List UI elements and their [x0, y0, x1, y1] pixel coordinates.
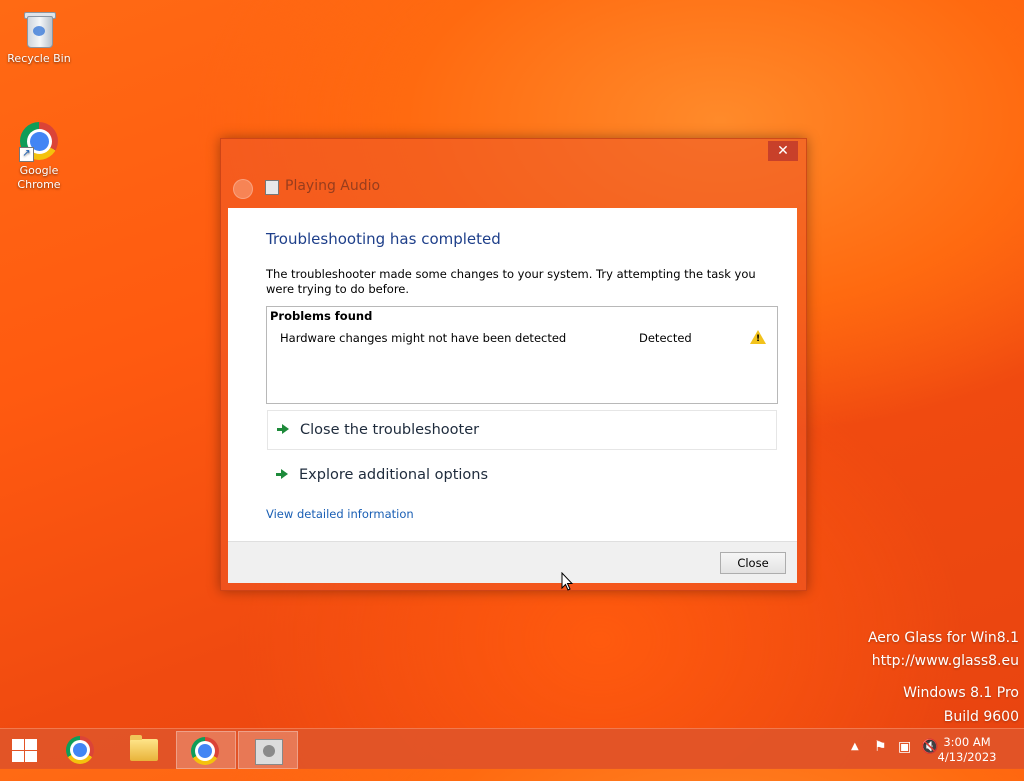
dialog-content: Troubleshooting has completed The troubl… — [228, 208, 797, 541]
troubleshooter-icon — [265, 180, 279, 195]
window-close-button[interactable]: ✕ — [768, 141, 798, 161]
watermark-build: Build 9600 — [943, 709, 1019, 725]
taskbar-chrome[interactable] — [52, 731, 110, 767]
desktop-icon-label: Recycle Bin — [7, 52, 71, 65]
taskbar-chrome-active[interactable] — [176, 731, 236, 769]
taskbar: ▲ ⚑ ▣ 🔇 3:00 AM 4/13/2023 — [0, 728, 1024, 769]
back-button[interactable] — [233, 179, 253, 199]
watermark-edition: Windows 8.1 Pro — [903, 685, 1019, 701]
warning-mark: ! — [755, 334, 761, 344]
option-label: Explore additional options — [299, 467, 489, 483]
taskbar-troubleshooter[interactable] — [238, 731, 298, 769]
chrome-icon: ↗ — [19, 118, 59, 162]
troubleshooter-icon — [255, 739, 283, 765]
start-button[interactable] — [10, 737, 38, 763]
taskbar-file-explorer[interactable] — [114, 731, 172, 767]
problem-name[interactable]: Hardware changes might not have been det… — [280, 331, 566, 345]
problems-found-list: Problems found Hardware changes might no… — [266, 306, 778, 404]
mouse-cursor-icon — [561, 572, 573, 591]
explore-options-option[interactable]: Explore additional options — [267, 456, 775, 494]
desktop-icon-recycle-bin[interactable]: Recycle Bin — [4, 6, 74, 66]
shortcut-arrow-icon: ↗ — [19, 147, 34, 162]
green-arrow-icon — [277, 424, 289, 435]
close-troubleshooter-option[interactable]: Close the troubleshooter — [267, 410, 777, 450]
watermark-url: http://www.glass8.eu — [871, 653, 1019, 669]
chrome-icon — [66, 736, 94, 764]
problems-header: Problems found — [270, 309, 373, 323]
view-detailed-information-link[interactable]: View detailed information — [266, 507, 414, 521]
clock-time: 3:00 AM — [943, 735, 991, 749]
show-hidden-icons[interactable]: ▲ — [851, 741, 859, 781]
desktop-icon-google-chrome[interactable]: ↗ Google Chrome — [4, 118, 74, 192]
clock-date: 4/13/2023 — [937, 750, 997, 764]
troubleshooter-window: ✕ Playing Audio Troubleshooting has comp… — [220, 138, 807, 591]
file-explorer-icon — [130, 735, 158, 761]
network-icon[interactable]: ▣ — [898, 739, 911, 779]
system-clock[interactable]: 3:00 AM 4/13/2023 — [932, 735, 1002, 765]
green-arrow-icon — [276, 469, 288, 480]
desktop-icon-label: Google Chrome — [17, 164, 61, 191]
close-button[interactable]: Close — [720, 552, 786, 574]
page-title: Troubleshooting has completed — [266, 230, 501, 248]
action-center-flag-icon[interactable]: ⚑ — [874, 739, 887, 779]
recycle-bin-icon — [19, 6, 59, 50]
option-label: Close the troubleshooter — [300, 422, 480, 438]
window-title: Playing Audio — [285, 178, 381, 194]
problem-status: Detected — [639, 331, 692, 345]
description-text: The troubleshooter made some changes to … — [266, 267, 756, 296]
watermark-aero-glass: Aero Glass for Win8.1 — [867, 630, 1019, 646]
dialog-footer: Close — [228, 541, 797, 583]
chrome-icon — [191, 737, 219, 765]
